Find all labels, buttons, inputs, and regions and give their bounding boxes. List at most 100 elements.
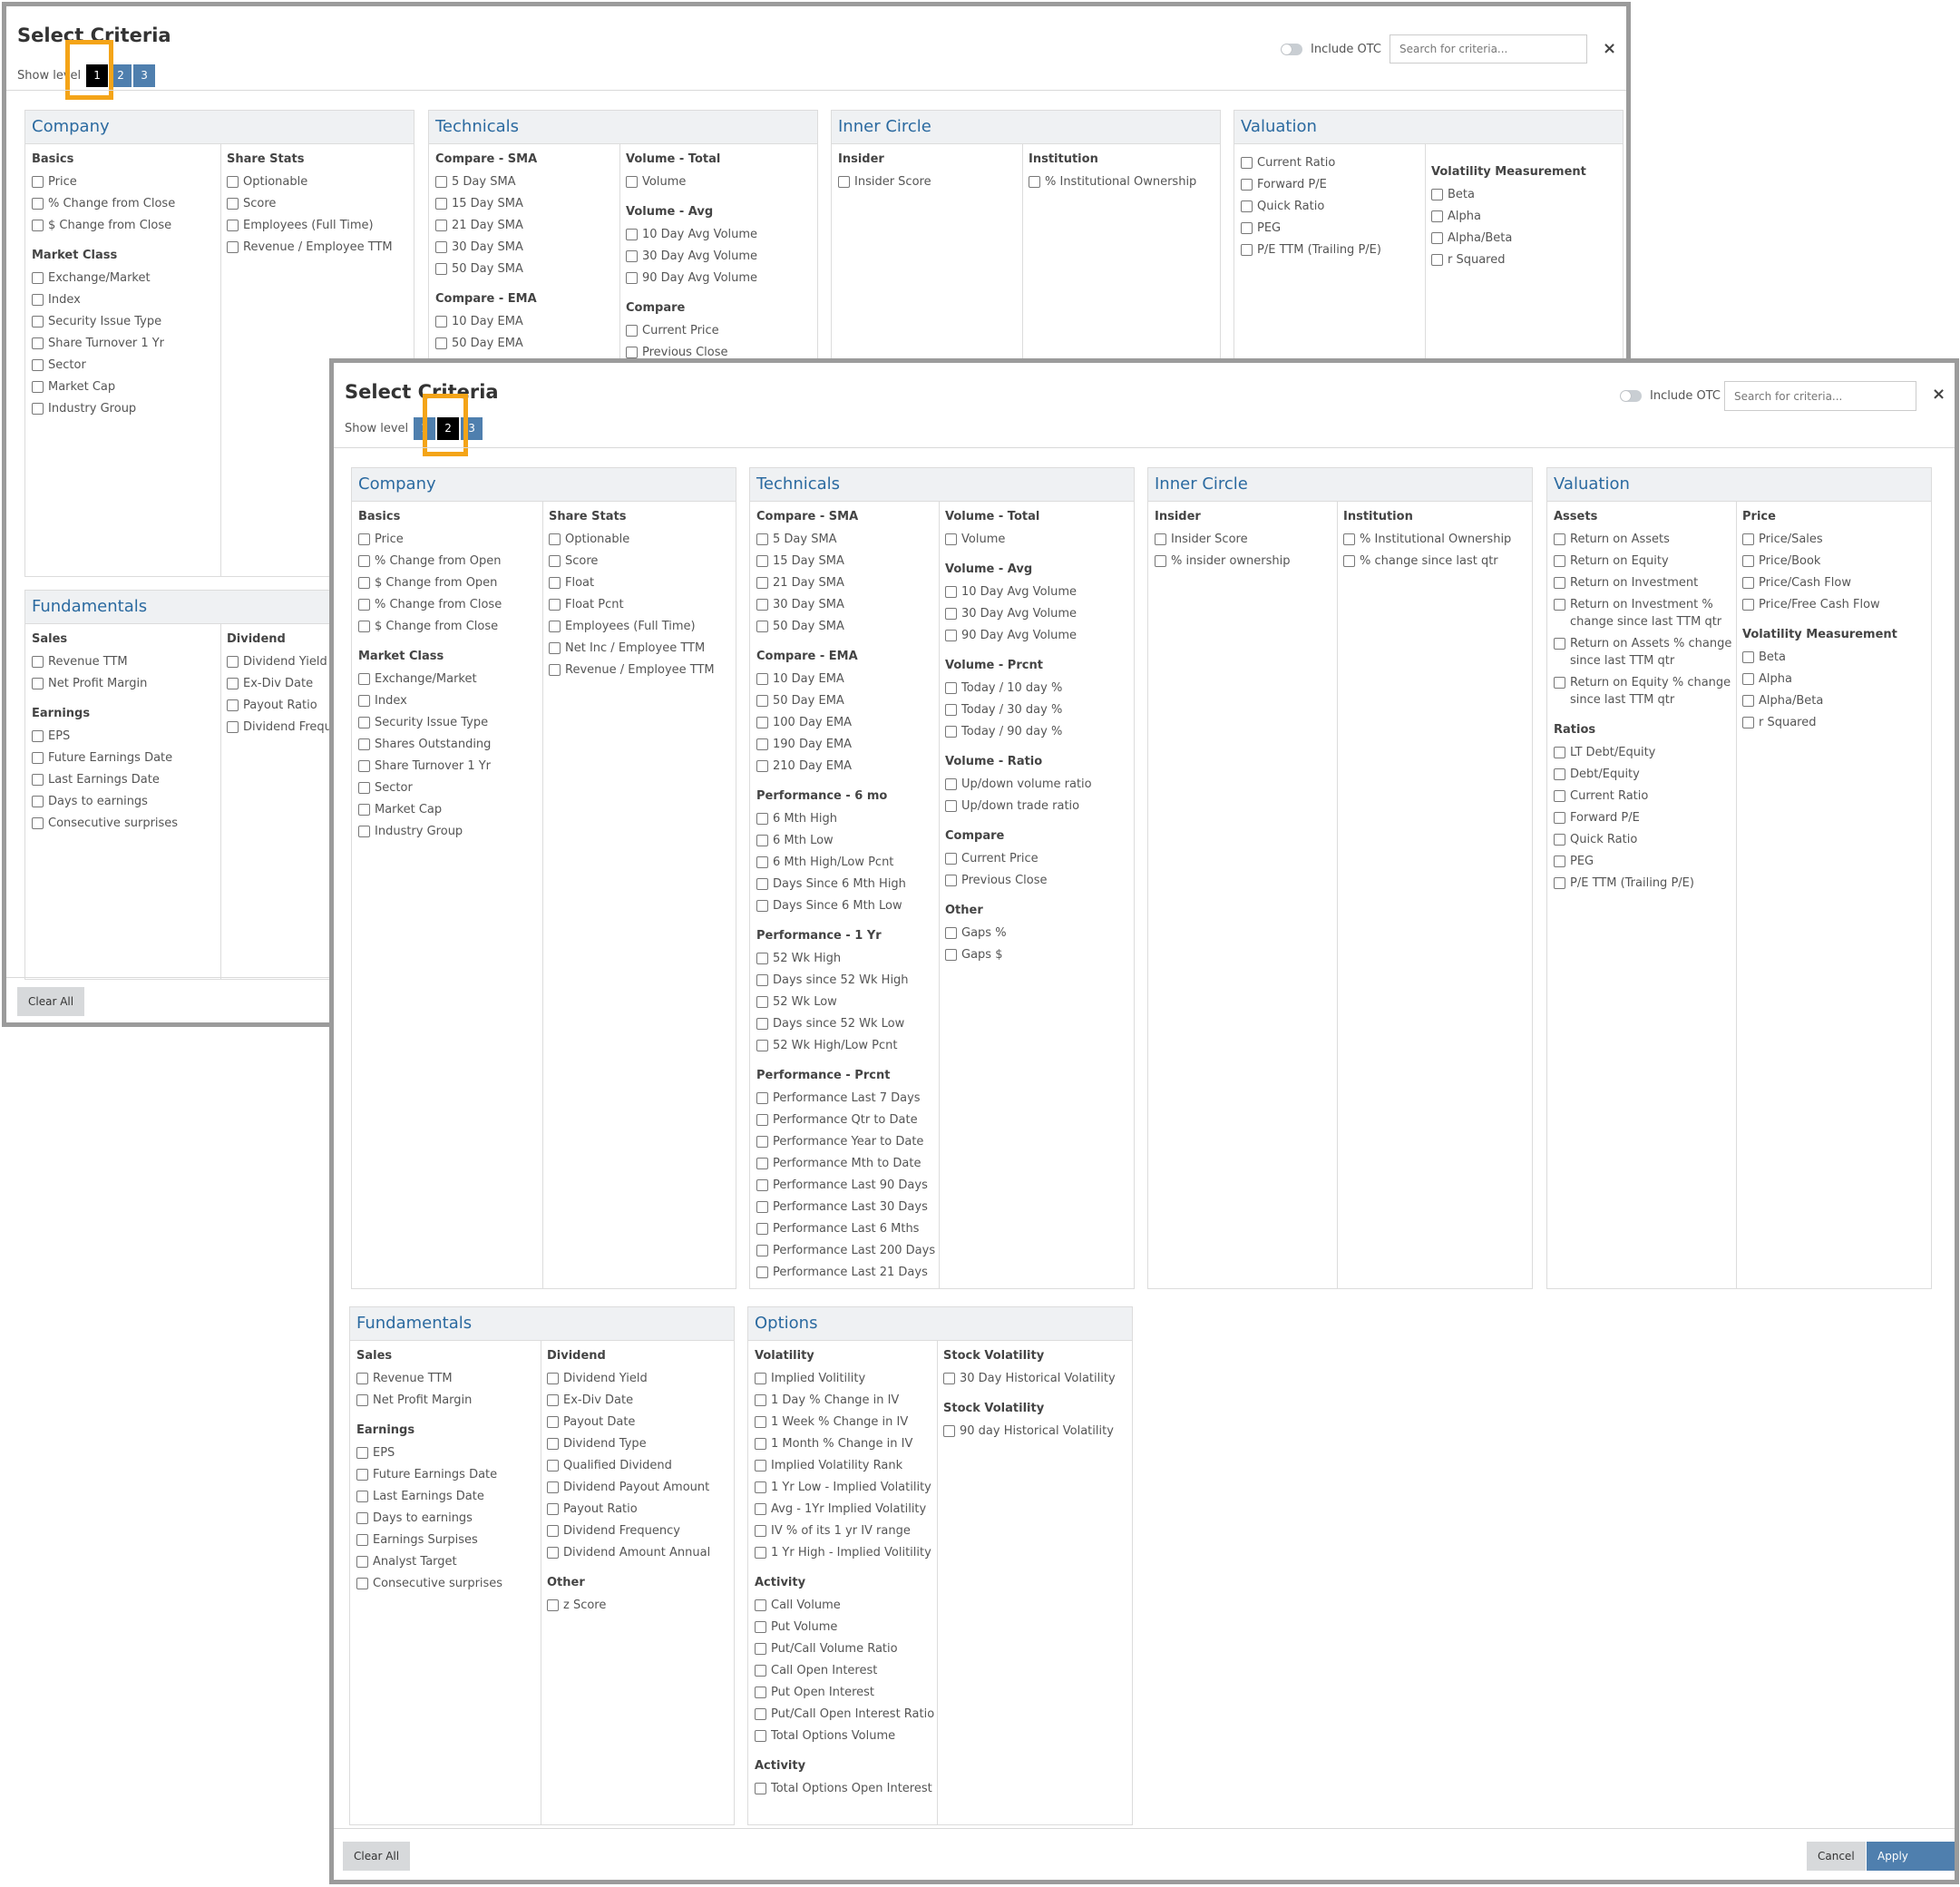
checkbox[interactable]	[945, 726, 957, 738]
criteria-option[interactable]: Dividend Type	[547, 1435, 737, 1452]
criteria-option[interactable]: Alpha/Beta	[1742, 692, 1935, 709]
close-icon[interactable]: ×	[1932, 385, 1945, 404]
checkbox[interactable]	[435, 198, 447, 210]
criteria-option[interactable]: Performance Last 200 Days	[756, 1242, 938, 1259]
checkbox[interactable]	[358, 555, 370, 567]
checkbox[interactable]	[356, 1447, 368, 1459]
checkbox[interactable]	[547, 1547, 559, 1559]
criteria-option[interactable]: Current Price	[945, 850, 1137, 867]
checkbox[interactable]	[943, 1425, 955, 1437]
checkbox[interactable]	[547, 1481, 559, 1493]
checkbox[interactable]	[227, 241, 239, 253]
checkbox[interactable]	[626, 272, 638, 284]
checkbox[interactable]	[755, 1730, 766, 1742]
criteria-option[interactable]: 21 Day SMA	[435, 217, 617, 234]
checkbox[interactable]	[838, 176, 850, 188]
checkbox[interactable]	[1742, 717, 1754, 728]
criteria-option[interactable]: Shares Outstanding	[358, 736, 540, 753]
criteria-option[interactable]: Payout Ratio	[547, 1501, 737, 1518]
checkbox[interactable]	[32, 272, 44, 284]
criteria-option[interactable]: 10 Day Avg Volume	[945, 583, 1137, 601]
checkbox[interactable]	[358, 804, 370, 816]
checkbox[interactable]	[755, 1547, 766, 1559]
checkbox[interactable]	[756, 1040, 768, 1051]
checkbox[interactable]	[945, 875, 957, 886]
criteria-option[interactable]: Call Volume	[755, 1597, 936, 1614]
checkbox[interactable]	[945, 682, 957, 694]
checkbox[interactable]	[358, 826, 370, 837]
checkbox[interactable]	[547, 1438, 559, 1450]
checkbox[interactable]	[1554, 768, 1565, 780]
criteria-option[interactable]: LT Debt/Equity	[1554, 744, 1733, 761]
checkbox[interactable]	[547, 1599, 559, 1611]
checkbox[interactable]	[32, 678, 44, 689]
checkbox[interactable]	[1029, 176, 1040, 188]
criteria-option[interactable]: Beta	[1742, 649, 1935, 666]
criteria-option[interactable]: 90 day Historical Volatility	[943, 1423, 1136, 1440]
criteria-option[interactable]: Days Since 6 Mth Low	[756, 897, 938, 914]
checkbox[interactable]	[626, 347, 638, 358]
criteria-option[interactable]: Return on Assets	[1554, 531, 1733, 548]
checkbox[interactable]	[1554, 790, 1565, 802]
criteria-option[interactable]: Dividend Payout Amount	[547, 1479, 737, 1496]
checkbox[interactable]	[32, 656, 44, 668]
checkbox[interactable]	[1155, 533, 1166, 545]
criteria-option[interactable]: Performance Last 90 Days	[756, 1177, 938, 1194]
criteria-option[interactable]: 10 Day EMA	[435, 313, 617, 330]
checkbox[interactable]	[547, 1503, 559, 1515]
criteria-option[interactable]: Consecutive surprises	[32, 815, 213, 832]
checkbox[interactable]	[1343, 533, 1355, 545]
checkbox[interactable]	[227, 220, 239, 231]
checkbox[interactable]	[756, 717, 768, 728]
checkbox[interactable]	[32, 752, 44, 764]
checkbox[interactable]	[626, 325, 638, 337]
criteria-option[interactable]: Implied Volatility Rank	[755, 1457, 936, 1474]
checkbox[interactable]	[356, 1578, 368, 1589]
criteria-option[interactable]: Volume	[626, 173, 821, 191]
criteria-option[interactable]: Beta	[1431, 186, 1626, 203]
criteria-option[interactable]: 50 Day EMA	[435, 335, 617, 352]
checkbox[interactable]	[756, 1114, 768, 1126]
checkbox[interactable]	[756, 1158, 768, 1169]
checkbox[interactable]	[1554, 677, 1565, 689]
checkbox[interactable]	[756, 673, 768, 685]
checkbox[interactable]	[1431, 232, 1443, 244]
checkbox[interactable]	[945, 533, 957, 545]
checkbox[interactable]	[358, 760, 370, 772]
criteria-option[interactable]: Market Cap	[358, 801, 540, 818]
checkbox[interactable]	[435, 241, 447, 253]
criteria-option[interactable]: % Institutional Ownership	[1029, 173, 1224, 191]
checkbox[interactable]	[547, 1525, 559, 1537]
criteria-option[interactable]: Last Earnings Date	[356, 1488, 538, 1505]
criteria-option[interactable]: Days Since 6 Mth High	[756, 875, 938, 893]
criteria-option[interactable]: 90 Day Avg Volume	[945, 627, 1137, 644]
checkbox[interactable]	[358, 673, 370, 685]
checkbox[interactable]	[1554, 747, 1565, 758]
checkbox[interactable]	[32, 294, 44, 306]
criteria-option[interactable]: Alpha/Beta	[1431, 230, 1626, 247]
checkbox[interactable]	[435, 220, 447, 231]
close-icon[interactable]: ×	[1603, 39, 1616, 58]
criteria-option[interactable]: Price/Book	[1742, 552, 1935, 570]
criteria-option[interactable]: Future Earnings Date	[356, 1466, 538, 1483]
criteria-option[interactable]: Sector	[358, 779, 540, 797]
criteria-option[interactable]: Days to earnings	[356, 1510, 538, 1527]
checkbox[interactable]	[755, 1394, 766, 1406]
criteria-option[interactable]: Float Pcnt	[549, 596, 739, 613]
criteria-option[interactable]: PEG	[1241, 220, 1422, 237]
criteria-option[interactable]: Index	[358, 692, 540, 709]
checkbox[interactable]	[32, 796, 44, 807]
checkbox[interactable]	[358, 695, 370, 707]
checkbox[interactable]	[435, 263, 447, 275]
criteria-option[interactable]: EPS	[32, 728, 213, 745]
checkbox[interactable]	[1742, 651, 1754, 663]
criteria-option[interactable]: Payout Date	[547, 1413, 737, 1431]
checkbox[interactable]	[626, 176, 638, 188]
criteria-option[interactable]: P/E TTM (Trailing P/E)	[1241, 241, 1422, 259]
criteria-option[interactable]: Dividend Amount Annual	[547, 1544, 737, 1561]
checkbox[interactable]	[945, 853, 957, 865]
checkbox[interactable]	[943, 1373, 955, 1384]
checkbox[interactable]	[1554, 638, 1565, 650]
checkbox[interactable]	[32, 220, 44, 231]
criteria-option[interactable]: 30 Day SMA	[756, 596, 938, 613]
